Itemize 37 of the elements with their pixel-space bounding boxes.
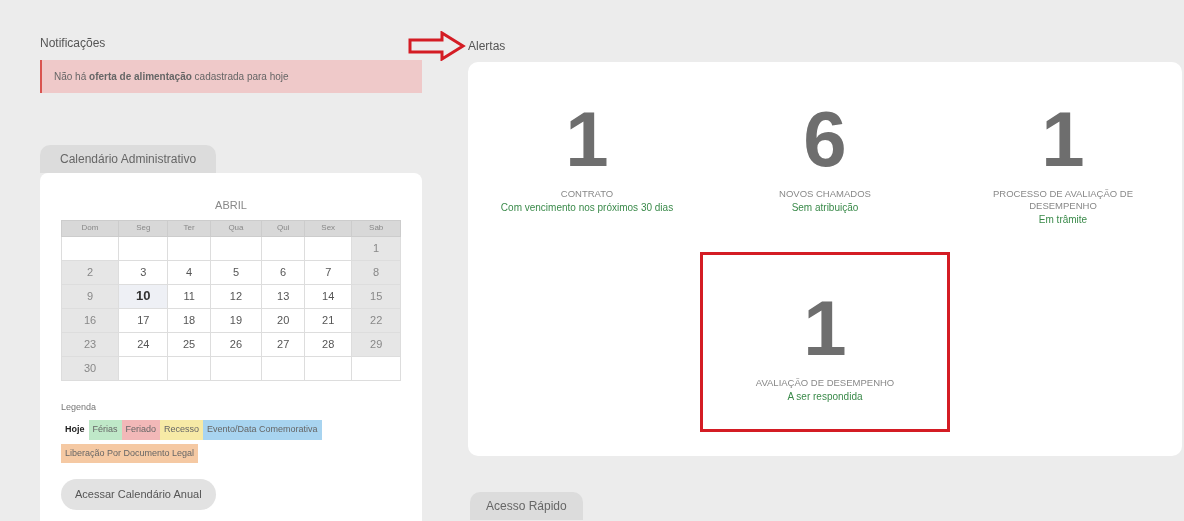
notification-alert: Não há oferta de alimentação cadastrada para hoje [40,60,422,93]
alert-title: CONTRATO [560,188,614,200]
alert-subtitle: Em trâmite [1038,214,1088,226]
legend-title: Legenda [61,400,98,414]
legend-tag: Férias [88,420,122,440]
weekday-header: Qui [261,220,305,236]
alert-subtitle: A ser respondida [787,391,863,403]
legend-tag: Evento/Data Comemorativa [203,420,322,440]
alert-title: AVALIAÇÃO DE DESEMPENHO [755,377,895,389]
alert-count: 6 [803,100,847,178]
quick-access-tab[interactable]: Acesso Rápido [470,492,583,520]
legend-tag: Recesso [160,420,204,440]
weekday-header: Sex [304,220,352,236]
annual-calendar-button[interactable]: Acessar Calendário Anual [61,479,216,510]
section-title: Notificações [40,35,107,52]
arrow-icon [408,31,466,61]
alert-subtitle: Com vencimento nos próximos 30 dias [500,202,674,214]
alert-card[interactable]: 1 PROCESSO DE AVALIAÇÃO DE DESEMPENHO Em trâmite [944,100,1182,226]
alert-card[interactable]: 1 CONTRATO Com vencimento nos próximos 30 dias [468,100,706,226]
section-title: Alertas [468,38,506,55]
alert-count: 1 [565,100,609,178]
weekday-header: Qua [210,220,262,236]
alert-title: NOVOS CHAMADOS [779,188,871,200]
weekday-header: Sab [351,220,401,236]
month-title: ABRIL [214,198,248,213]
legend-tag: Liberação Por Documento Legal [61,443,199,463]
weekday-header: Seg [118,220,168,236]
alert-card[interactable]: 6 NOVOS CHAMADOS Sem atribuição [706,100,944,226]
weekday-header: Ter [167,220,211,236]
alert-count: 1 [803,289,847,367]
calendar-tab[interactable]: Calendário Administrativo [40,145,217,173]
legend-tag: Feriado [121,420,161,440]
alert-title: PROCESSO DE AVALIAÇÃO DE DESEMPENHO [991,188,1135,212]
alert-subtitle: Sem atribuição [791,202,859,214]
highlighted-alert-card[interactable]: 1 AVALIAÇÃO DE DESEMPENHO A ser respondida [700,252,950,432]
weekday-header: Dom [61,220,119,236]
alert-count: 1 [1041,100,1085,178]
